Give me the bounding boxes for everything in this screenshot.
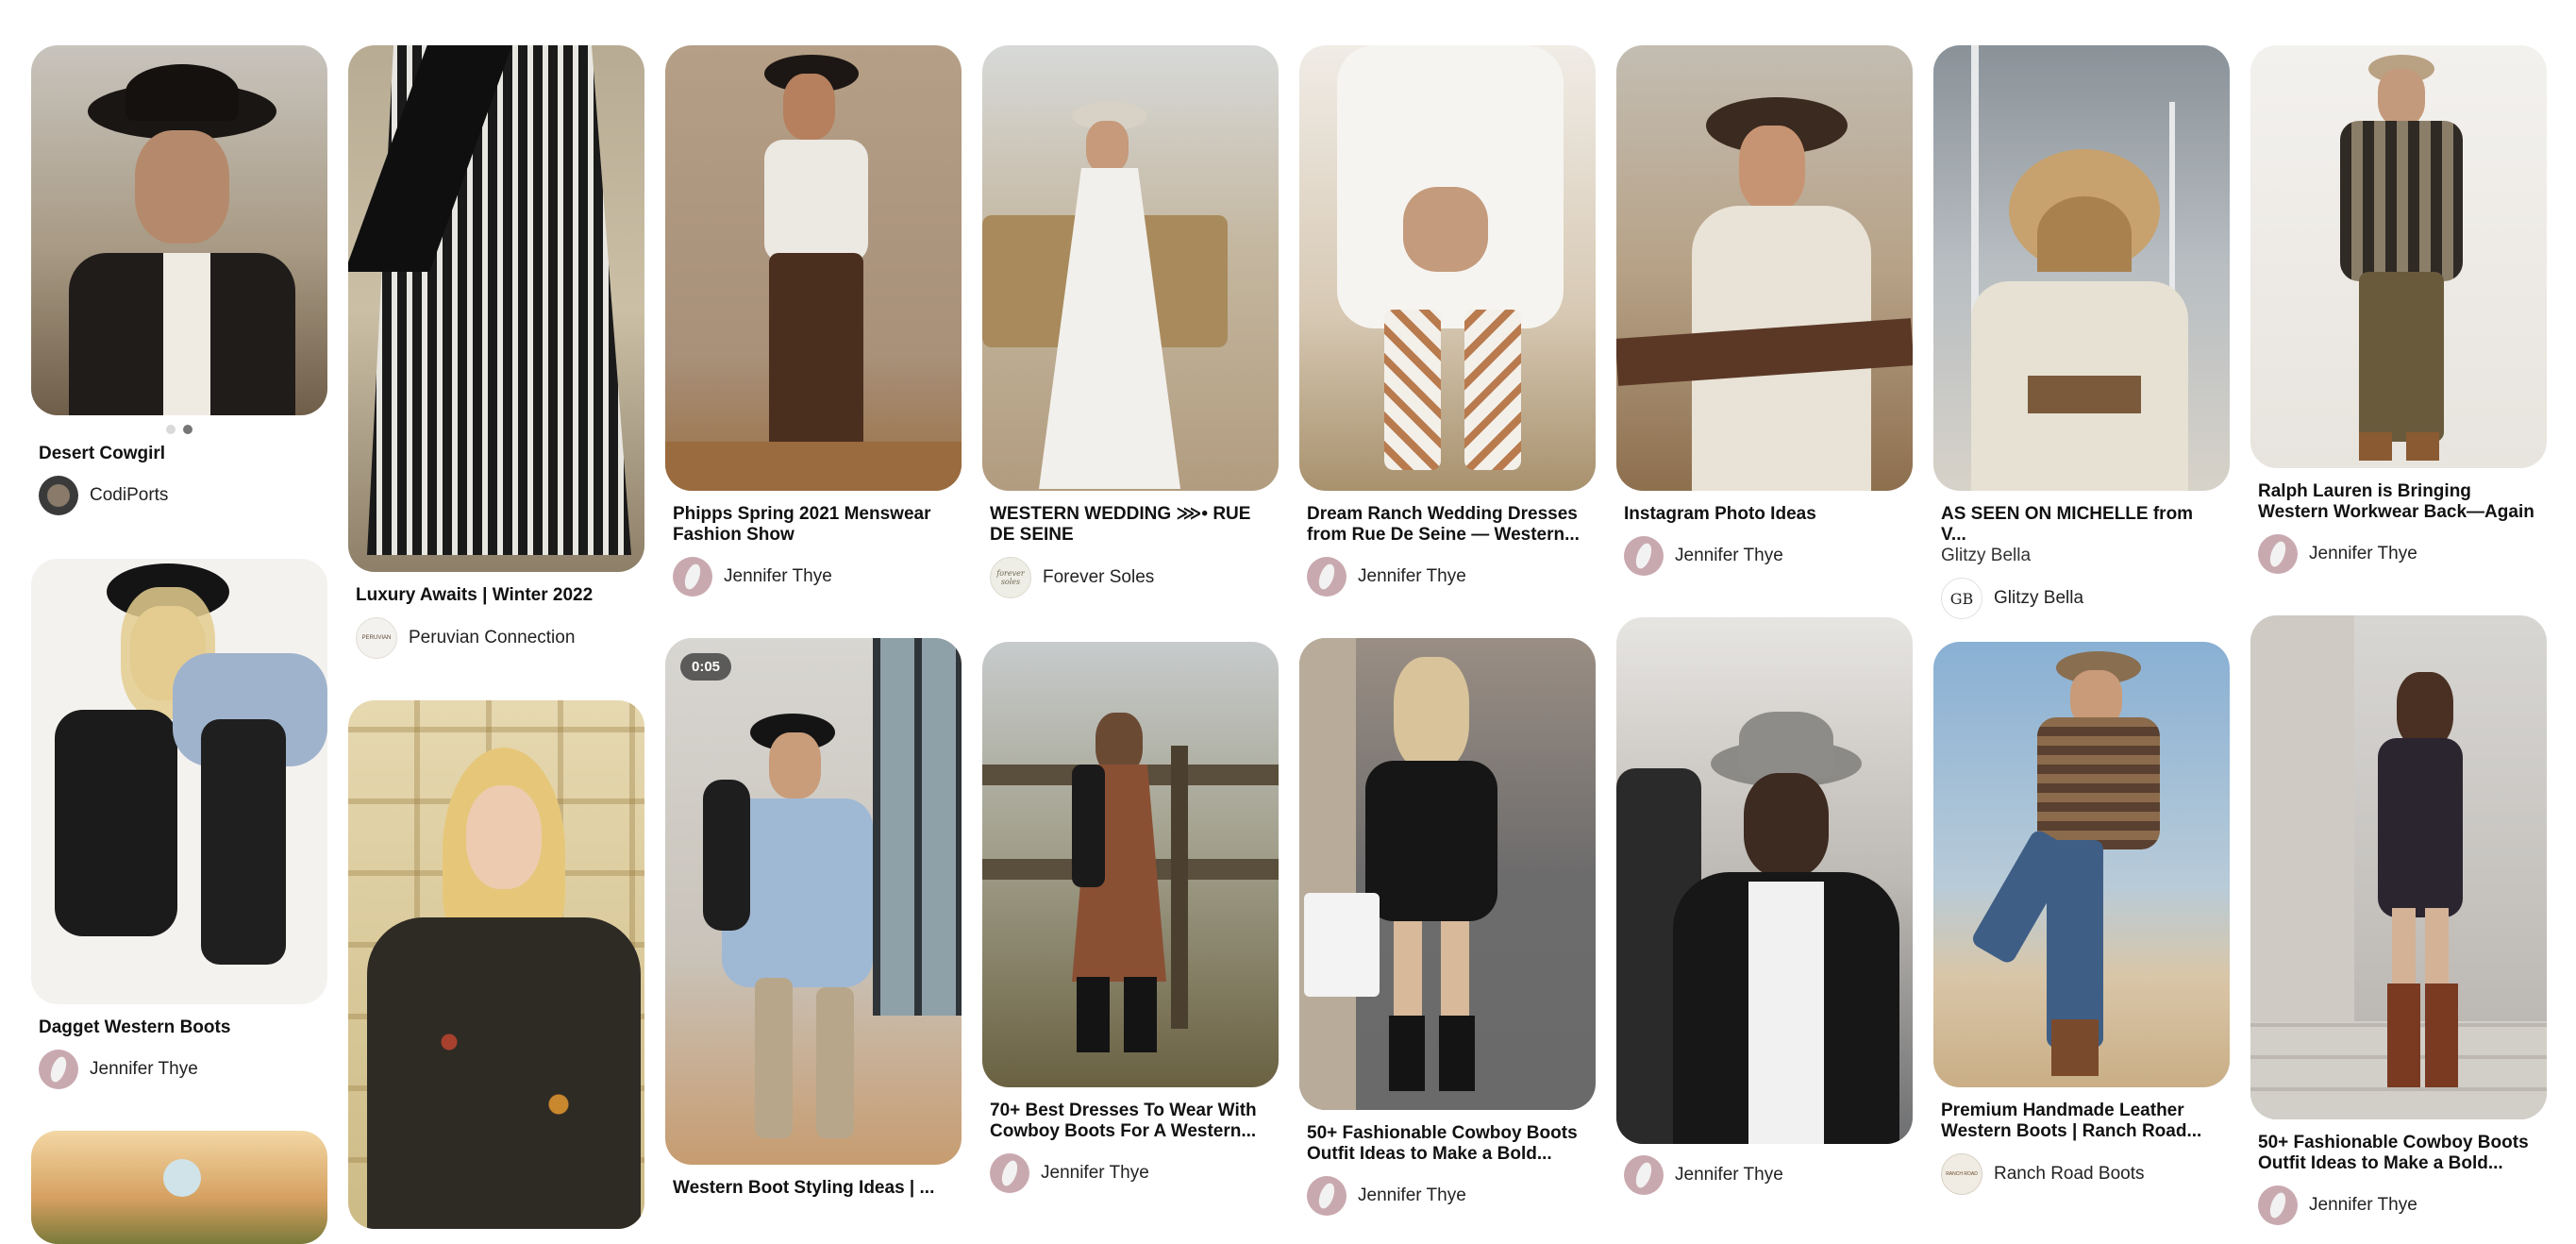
creator-avatar[interactable] — [39, 1050, 78, 1089]
creator-name[interactable]: Peruvian Connection — [409, 628, 575, 648]
video-duration-badge: 0:05 — [680, 653, 732, 681]
pin-creator[interactable]: RANCH ROAD Ranch Road Boots — [1941, 1153, 2222, 1195]
pin-instagram-photo-ideas[interactable]: Instagram Photo Ideas Jennifer Thye — [1616, 45, 1913, 576]
pin-phipps[interactable]: Phipps Spring 2021 Menswear Fashion Show… — [665, 45, 962, 597]
creator-avatar[interactable] — [39, 476, 78, 515]
pin-image[interactable] — [1616, 617, 1913, 1144]
creator-name[interactable]: Jennifer Thye — [2309, 1195, 2417, 1216]
pin-creator[interactable]: CodiPorts — [39, 476, 320, 515]
pin-image[interactable] — [31, 45, 327, 415]
creator-avatar[interactable] — [1624, 1155, 1664, 1195]
pin-image[interactable] — [348, 45, 644, 572]
pin-creator[interactable]: Jennifer Thye — [1624, 536, 1905, 576]
pin-creator[interactable]: Jennifer Thye — [1307, 557, 1588, 597]
pin-title[interactable]: 70+ Best Dresses To Wear With Cowboy Boo… — [990, 1101, 1271, 1142]
pin-creator[interactable]: Jennifer Thye — [990, 1153, 1271, 1193]
creator-name[interactable]: CodiPorts — [90, 485, 168, 506]
pin-creator[interactable]: Jennifer Thye — [1307, 1176, 1588, 1216]
creator-avatar[interactable]: RANCH ROAD — [1941, 1153, 1982, 1195]
pin-premium-handmade[interactable]: Premium Handmade Leather Western Boots |… — [1933, 642, 2230, 1195]
pin-dream-ranch[interactable]: Dream Ranch Wedding Dresses from Rue De … — [1299, 45, 1596, 597]
pin-image[interactable] — [348, 700, 644, 1229]
pin-70-dresses[interactable]: 70+ Best Dresses To Wear With Cowboy Boo… — [982, 642, 1279, 1193]
pin-title[interactable]: AS SEEN ON MICHELLE from V... — [1941, 504, 2222, 546]
pin-creator[interactable]: Jennifer Thye — [673, 557, 954, 597]
creator-name[interactable]: Glitzy Bella — [1994, 588, 2083, 609]
pin-image[interactable]: 0:05 — [665, 638, 962, 1165]
creator-name[interactable]: Jennifer Thye — [90, 1059, 198, 1080]
pin-creator[interactable]: PERUVIAN Peruvian Connection — [356, 617, 637, 659]
pin-sunset[interactable] — [31, 1131, 327, 1244]
creator-avatar[interactable]: forever soles — [990, 557, 1031, 598]
pin-image[interactable] — [31, 1131, 327, 1244]
pin-title[interactable]: 50+ Fashionable Cowboy Boots Outfit Idea… — [1307, 1123, 1588, 1165]
pin-image[interactable] — [1933, 642, 2230, 1087]
pin-creator[interactable]: Jennifer Thye — [1624, 1155, 1905, 1195]
pin-creator[interactable]: Jennifer Thye — [2258, 1185, 2539, 1225]
pin-image[interactable] — [982, 45, 1279, 491]
pin-image[interactable] — [2250, 615, 2547, 1119]
creator-name[interactable]: Ranch Road Boots — [1994, 1164, 2145, 1185]
pin-50-fashionable-b[interactable]: 50+ Fashionable Cowboy Boots Outfit Idea… — [2250, 615, 2547, 1225]
pin-title[interactable]: Instagram Photo Ideas — [1624, 504, 1905, 525]
creator-avatar[interactable] — [1307, 557, 1347, 597]
pin-image[interactable] — [982, 642, 1279, 1087]
pin-image[interactable] — [1616, 45, 1913, 491]
pin-title[interactable]: 50+ Fashionable Cowboy Boots Outfit Idea… — [2258, 1133, 2539, 1174]
pin-as-seen-on-michelle[interactable]: AS SEEN ON MICHELLE from V... Glitzy Bel… — [1933, 45, 2230, 619]
creator-avatar[interactable] — [2258, 1185, 2298, 1225]
pin-title[interactable]: Dream Ranch Wedding Dresses from Rue De … — [1307, 504, 1588, 546]
creator-avatar[interactable] — [1307, 1176, 1347, 1216]
creator-avatar[interactable] — [2258, 534, 2298, 574]
pin-title[interactable]: Western Boot Styling Ideas | ... — [673, 1178, 954, 1199]
pin-western-boot-styling[interactable]: 0:05 Western Boot Styling Ideas | ... — [665, 638, 962, 1199]
carousel-dot-active[interactable] — [183, 425, 192, 434]
pin-image[interactable] — [665, 45, 962, 491]
creator-avatar[interactable] — [673, 557, 712, 597]
pin-title[interactable]: Premium Handmade Leather Western Boots |… — [1941, 1101, 2222, 1142]
pin-creator[interactable]: GB Glitzy Bella — [1941, 578, 2222, 619]
pin-creator[interactable]: Jennifer Thye — [39, 1050, 320, 1089]
creator-name[interactable]: Jennifer Thye — [1358, 566, 1466, 587]
pin-image[interactable] — [1299, 638, 1596, 1110]
pin-subtitle: Glitzy Bella — [1941, 546, 2032, 565]
pin-title[interactable]: Dagget Western Boots — [39, 1017, 320, 1038]
creator-avatar[interactable]: PERUVIAN — [356, 617, 397, 659]
pin-image[interactable] — [2250, 45, 2547, 468]
creator-name[interactable]: Jennifer Thye — [1358, 1185, 1466, 1206]
pin-western-wedding[interactable]: WESTERN WEDDING ⋙• RUE DE SEINE forever … — [982, 45, 1279, 598]
creator-name[interactable]: Jennifer Thye — [1675, 546, 1783, 566]
pin-title[interactable]: Luxury Awaits | Winter 2022 — [356, 585, 637, 606]
creator-avatar[interactable] — [990, 1153, 1029, 1193]
pin-image[interactable] — [1299, 45, 1596, 491]
carousel-dot[interactable] — [166, 425, 176, 434]
pin-50-fashionable-a[interactable]: 50+ Fashionable Cowboy Boots Outfit Idea… — [1299, 638, 1596, 1216]
creator-name[interactable]: Jennifer Thye — [724, 566, 832, 587]
creator-avatar[interactable]: GB — [1941, 578, 1982, 619]
pin-title[interactable]: Phipps Spring 2021 Menswear Fashion Show — [673, 504, 954, 546]
pin-image[interactable] — [31, 559, 327, 1004]
pin-title[interactable]: Desert Cowgirl — [39, 444, 320, 464]
pin-desert-cowgirl[interactable]: Desert Cowgirl CodiPorts — [31, 45, 327, 515]
creator-name[interactable]: Forever Soles — [1043, 567, 1154, 588]
creator-name[interactable]: Jennifer Thye — [2309, 544, 2417, 564]
pin-image[interactable] — [1933, 45, 2230, 491]
pin-creator[interactable]: Jennifer Thye — [2258, 534, 2539, 574]
pin-title[interactable]: WESTERN WEDDING ⋙• RUE DE SEINE — [990, 504, 1271, 546]
pin-title[interactable]: Ralph Lauren is Bringing Western Workwea… — [2258, 481, 2539, 523]
creator-name[interactable]: Jennifer Thye — [1041, 1163, 1149, 1184]
pin-luxury-awaits[interactable]: Luxury Awaits | Winter 2022 PERUVIAN Per… — [348, 45, 644, 659]
pin-creator[interactable]: forever soles Forever Soles — [990, 557, 1271, 598]
pin-dagget-western-boots[interactable]: Dagget Western Boots Jennifer Thye — [31, 559, 327, 1089]
pin-man-hat[interactable]: Jennifer Thye — [1616, 617, 1913, 1195]
creator-name[interactable]: Jennifer Thye — [1675, 1165, 1783, 1185]
pin-floral-blonde[interactable] — [348, 700, 644, 1229]
pin-ralph-lauren[interactable]: Ralph Lauren is Bringing Western Workwea… — [2250, 45, 2547, 574]
carousel-dots[interactable] — [31, 425, 327, 434]
creator-avatar[interactable] — [1624, 536, 1664, 576]
